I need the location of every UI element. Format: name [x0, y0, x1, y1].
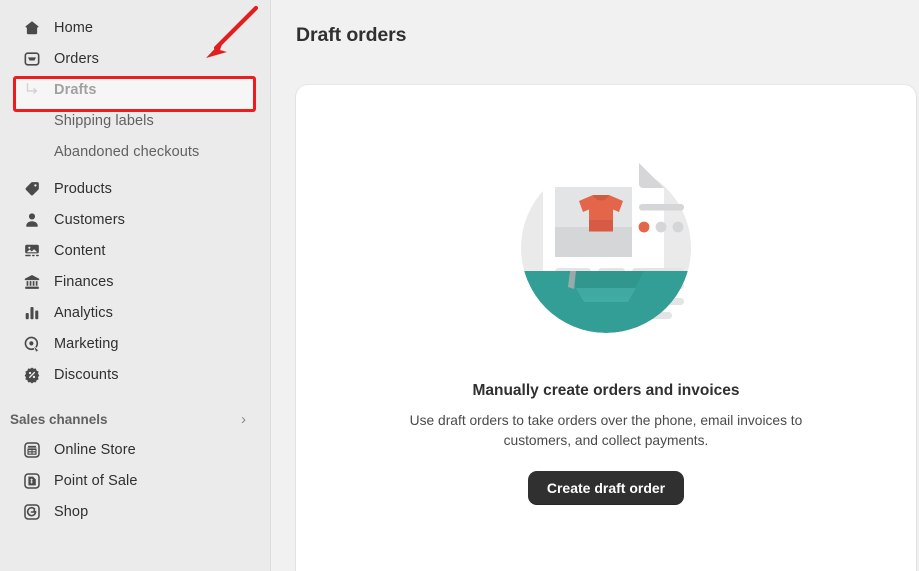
- sidebar-item-label: Online Store: [54, 441, 136, 458]
- empty-state-card: Manually create orders and invoices Use …: [296, 85, 916, 571]
- orders-inbox-icon: [22, 49, 42, 69]
- sidebar-item-customers[interactable]: Customers: [0, 204, 270, 235]
- sidebar-item-label: Point of Sale: [54, 472, 138, 489]
- sidebar-item-content[interactable]: Content: [0, 235, 270, 266]
- home-icon: [22, 18, 42, 38]
- person-icon: [22, 210, 42, 230]
- app-root: Home Orders Drafts Shipping labels Aband…: [0, 0, 919, 571]
- sidebar-item-marketing[interactable]: Marketing: [0, 328, 270, 359]
- sales-channels-header[interactable]: Sales channels ›: [0, 404, 270, 434]
- sidebar-item-label: Finances: [54, 273, 114, 290]
- sidebar-item-label: Drafts: [54, 81, 97, 98]
- shop-bag-icon: [22, 502, 42, 522]
- pos-tag-icon: [22, 471, 42, 491]
- empty-state-description: Use draft orders to take orders over the…: [409, 413, 803, 448]
- sidebar-item-home[interactable]: Home: [0, 12, 270, 43]
- sidebar-item-shop[interactable]: Shop: [0, 496, 270, 527]
- sidebar-item-discounts[interactable]: Discounts: [0, 359, 270, 390]
- sidebar-item-label: Home: [54, 19, 94, 36]
- main-content: Draft orders Manually create orders and …: [271, 0, 919, 571]
- sidebar-item-label: Analytics: [54, 304, 113, 321]
- sidebar-item-finances[interactable]: Finances: [0, 266, 270, 297]
- sidebar-item-drafts[interactable]: Drafts: [0, 74, 270, 105]
- sales-channels-title: Sales channels: [10, 411, 108, 427]
- sidebar-item-label: Shop: [54, 503, 89, 520]
- sidebar-item-label: Shipping labels: [54, 112, 154, 129]
- create-draft-order-button[interactable]: Create draft order: [527, 471, 685, 505]
- media-image-icon: [22, 241, 42, 261]
- bar-chart-icon: [22, 303, 42, 323]
- corner-arrow-icon: [22, 80, 42, 100]
- sidebar-item-shipping-labels[interactable]: Shipping labels: [0, 105, 270, 136]
- sidebar-item-label: Products: [54, 180, 113, 197]
- sidebar-item-label: Discounts: [54, 366, 119, 383]
- sidebar-item-label: Orders: [54, 50, 99, 67]
- sidebar-item-analytics[interactable]: Analytics: [0, 297, 270, 328]
- sidebar-item-label: Abandoned checkouts: [54, 143, 200, 160]
- sidebar-item-label: Content: [54, 242, 106, 259]
- tag-icon: [22, 179, 42, 199]
- sidebar-item-abandoned-checkouts[interactable]: Abandoned checkouts: [0, 136, 270, 167]
- sidebar-item-online-store[interactable]: Online Store: [0, 434, 270, 465]
- discount-badge-icon: [22, 365, 42, 385]
- storefront-icon: [22, 440, 42, 460]
- sidebar: Home Orders Drafts Shipping labels Aband…: [0, 0, 271, 571]
- sidebar-item-label: Marketing: [54, 335, 119, 352]
- chevron-right-icon[interactable]: ›: [241, 412, 246, 427]
- sidebar-item-label: Customers: [54, 211, 125, 228]
- empty-state-title: Manually create orders and invoices: [472, 382, 740, 399]
- page-title: Draft orders: [296, 24, 407, 46]
- sidebar-item-products[interactable]: Products: [0, 173, 270, 204]
- sidebar-item-orders[interactable]: Orders: [0, 43, 270, 74]
- target-cursor-icon: [22, 334, 42, 354]
- draft-order-document-illustration: [521, 163, 691, 333]
- bank-icon: [22, 272, 42, 292]
- sidebar-item-point-of-sale[interactable]: Point of Sale: [0, 465, 270, 496]
